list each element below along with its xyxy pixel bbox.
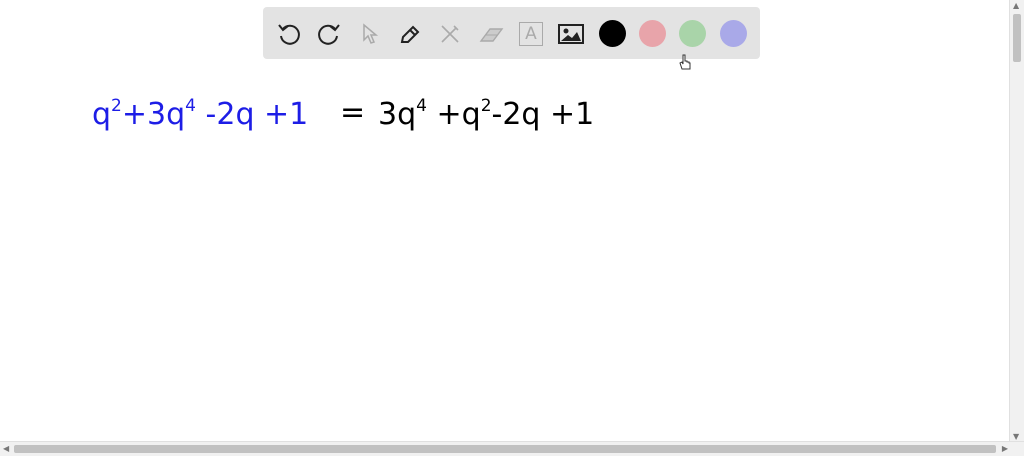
handwritten-expression-left: q2+3q4 -2q +1 <box>92 98 308 130</box>
color-green[interactable] <box>679 20 706 47</box>
select-icon <box>363 23 379 44</box>
pen-icon <box>400 25 420 43</box>
hand-cursor-icon <box>679 54 691 70</box>
handwritten-expression-right: 3q4 +q2-2q +1 <box>378 98 594 130</box>
drawing-toolbar: A <box>263 7 760 59</box>
equals-sign: = <box>340 95 366 130</box>
term: +3q <box>121 97 186 132</box>
eraser-icon <box>479 28 504 42</box>
image-tool[interactable] <box>557 20 585 48</box>
term: -2q +1 <box>491 97 595 132</box>
scroll-down-icon[interactable]: ▼ <box>1013 432 1019 441</box>
exponent: 2 <box>480 96 492 116</box>
vertical-scroll-thumb[interactable] <box>1013 14 1021 62</box>
eraser-tool[interactable] <box>477 20 505 48</box>
term: -2q +1 <box>205 97 309 132</box>
redo-button[interactable] <box>315 20 343 48</box>
color-red[interactable] <box>639 20 666 47</box>
whiteboard-canvas[interactable]: q2+3q4 -2q +1 = 3q4 +q2-2q +1 <box>0 0 1010 442</box>
select-tool[interactable] <box>356 20 384 48</box>
text-icon: A <box>519 22 543 46</box>
horizontal-scrollbar[interactable]: ◀ ▶ <box>0 441 1024 456</box>
image-icon <box>558 24 584 44</box>
undo-button[interactable] <box>275 20 303 48</box>
exponent: 2 <box>111 96 122 116</box>
color-black[interactable] <box>599 20 626 47</box>
scroll-left-icon[interactable]: ◀ <box>3 444 9 453</box>
redo-icon <box>318 24 340 45</box>
scroll-up-icon[interactable]: ▲ <box>1013 1 1019 10</box>
tools-icon <box>441 25 459 43</box>
pen-tool[interactable] <box>396 20 424 48</box>
term: 3q <box>378 97 417 132</box>
term: +q <box>426 97 481 132</box>
term: q <box>92 97 112 132</box>
tools-button[interactable] <box>436 20 464 48</box>
horizontal-scroll-thumb[interactable] <box>14 445 996 453</box>
exponent: 4 <box>185 96 196 116</box>
exponent: 4 <box>416 96 427 116</box>
text-tool[interactable]: A <box>517 20 545 48</box>
vertical-scrollbar[interactable]: ▲ ▼ <box>1009 0 1024 442</box>
undo-icon <box>278 24 300 45</box>
scroll-right-icon[interactable]: ▶ <box>1002 444 1008 453</box>
color-blue[interactable] <box>720 20 747 47</box>
